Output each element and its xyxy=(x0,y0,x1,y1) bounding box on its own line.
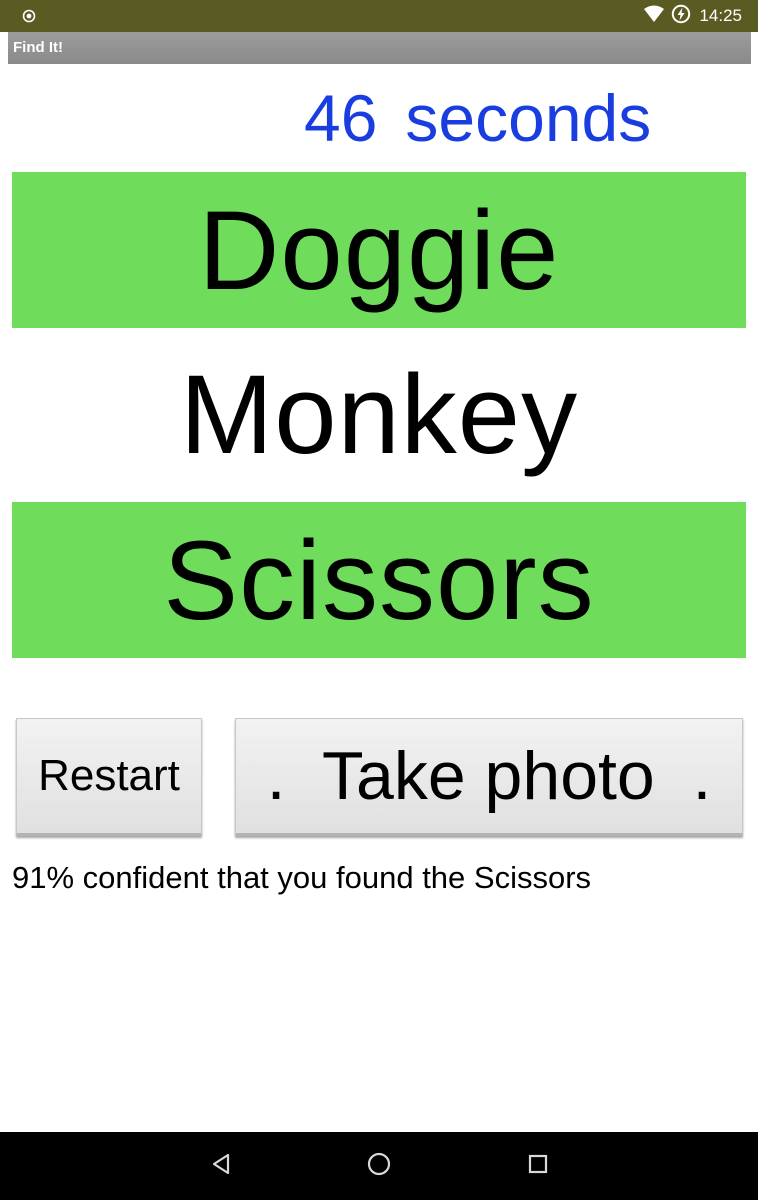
back-icon xyxy=(210,1152,234,1181)
word-item-pending: Monkey xyxy=(12,336,746,492)
timer-unit: seconds xyxy=(405,81,652,155)
take-photo-button[interactable]: . Take photo . xyxy=(235,718,743,836)
home-icon xyxy=(366,1151,392,1182)
app-title: Find It! xyxy=(8,32,751,64)
battery-charging-icon xyxy=(671,4,691,29)
timer-value: 46 xyxy=(304,81,378,155)
countdown-timer: 46 seconds xyxy=(304,78,651,158)
word-item-found: Scissors xyxy=(12,502,746,658)
status-time: 14:25 xyxy=(699,6,742,25)
main-content: 46 seconds Doggie Monkey Scissors Restar… xyxy=(8,64,751,1132)
word-item-found: Doggie xyxy=(12,172,746,328)
wifi-icon xyxy=(643,5,665,28)
restart-button[interactable]: Restart xyxy=(16,718,202,836)
status-indicators: 14:25 xyxy=(643,0,742,32)
app-screen: 14:25 Find It! 46 seconds Doggie Monkey … xyxy=(0,0,758,1200)
navigation-bar xyxy=(0,1132,758,1200)
recent-apps-icon xyxy=(527,1153,549,1180)
back-button[interactable] xyxy=(204,1148,240,1184)
status-bar: 14:25 xyxy=(0,0,758,32)
location-icon xyxy=(22,9,36,23)
result-message: 91% confident that you found the Scissor… xyxy=(12,860,592,895)
recent-apps-button[interactable] xyxy=(520,1148,556,1184)
home-button[interactable] xyxy=(361,1148,397,1184)
